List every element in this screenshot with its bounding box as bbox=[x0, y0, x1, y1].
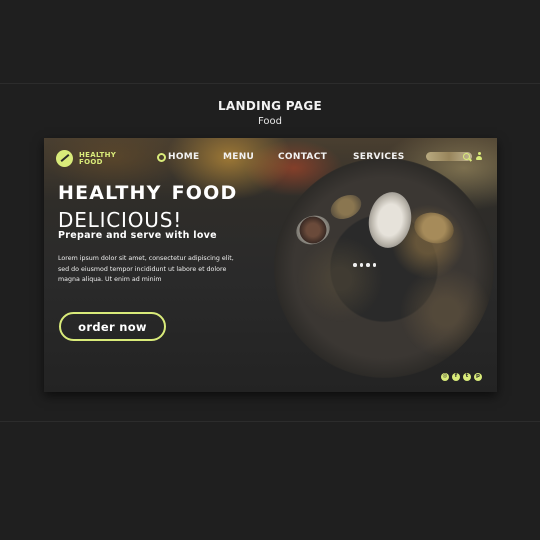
bottom-divider bbox=[0, 421, 540, 422]
carousel-dot[interactable] bbox=[372, 263, 376, 267]
hero-title: HEALTHY FOOD bbox=[58, 182, 237, 204]
nav-item-contact[interactable]: CONTACT bbox=[278, 152, 327, 162]
search-icon[interactable] bbox=[463, 153, 470, 160]
top-divider bbox=[0, 83, 540, 84]
user-icon[interactable] bbox=[476, 152, 482, 161]
spices-photo bbox=[274, 158, 494, 378]
facebook-icon[interactable]: f bbox=[452, 373, 460, 381]
carousel-dot[interactable] bbox=[359, 263, 363, 267]
social-links: ◎ f t p bbox=[441, 373, 482, 381]
hero-title-word-1: HEALTHY bbox=[58, 182, 162, 204]
carousel-dot[interactable] bbox=[366, 263, 370, 267]
leaf-icon bbox=[56, 150, 73, 167]
nav-item-home[interactable]: HOME bbox=[157, 152, 200, 162]
mockup-subtitle: Food bbox=[258, 116, 282, 127]
hero-body-text: Lorem ipsum dolor sit amet, consectetur … bbox=[58, 255, 234, 283]
carousel-dots bbox=[353, 263, 376, 267]
brand-logo[interactable]: HEALTHY FOOD bbox=[56, 150, 116, 167]
landing-page-card: HEALTHY FOOD HOME MENU CONTACT SERVICES … bbox=[44, 138, 497, 392]
carousel-dot[interactable] bbox=[353, 263, 357, 267]
logo-line-2: FOOD bbox=[79, 157, 103, 166]
nav-item-services[interactable]: SERVICES bbox=[353, 152, 405, 162]
nav-home-label: HOME bbox=[168, 152, 200, 162]
pinterest-icon[interactable]: p bbox=[474, 373, 482, 381]
nav-item-menu[interactable]: MENU bbox=[223, 152, 254, 162]
mockup-title: LANDING PAGE bbox=[217, 99, 323, 113]
active-ring-icon bbox=[157, 152, 166, 162]
hero-title-word-2: FOOD bbox=[171, 182, 238, 204]
hero-subtitle: DELICIOUS! bbox=[58, 208, 183, 232]
hero-tagline: Prepare and serve with love bbox=[58, 230, 217, 241]
order-now-button[interactable]: order now bbox=[59, 312, 166, 341]
spice-scatter bbox=[274, 158, 494, 378]
instagram-icon[interactable]: ◎ bbox=[441, 373, 449, 381]
twitter-icon[interactable]: t bbox=[463, 373, 471, 381]
